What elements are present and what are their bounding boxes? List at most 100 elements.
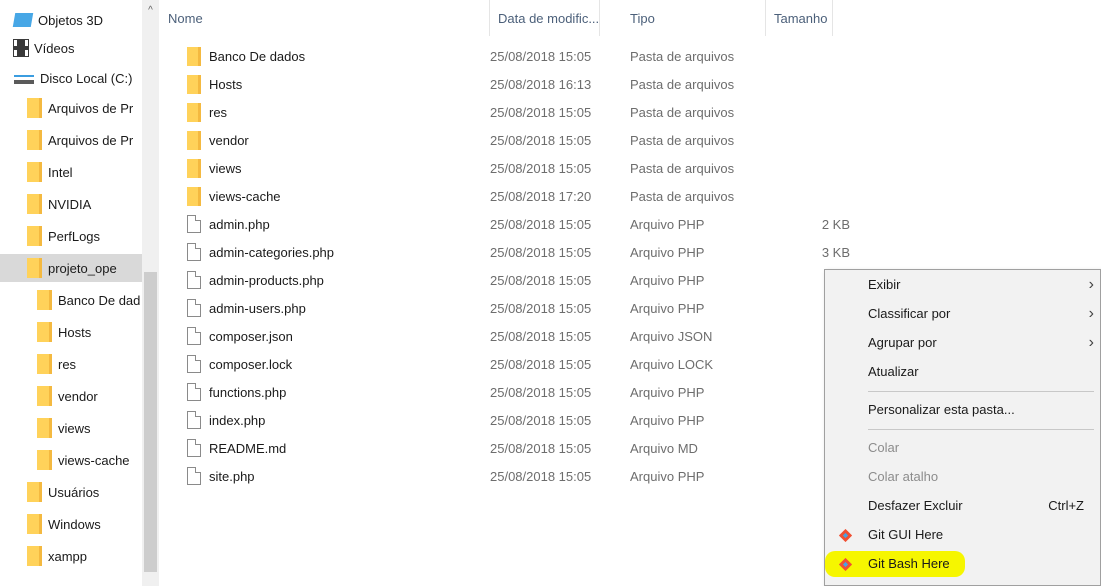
folder-icon <box>27 98 42 118</box>
file-name: res <box>209 105 228 120</box>
nav-item[interactable]: Vídeos <box>0 34 142 62</box>
folder-icon <box>27 194 42 214</box>
file-type: Pasta de arquivos <box>630 105 735 120</box>
menu-item-label: Exibir <box>868 277 901 292</box>
file-name: index.php <box>209 413 266 428</box>
file-date: 25/08/2018 15:05 <box>490 105 592 120</box>
file-date: 25/08/2018 15:05 <box>490 133 592 148</box>
nav-item[interactable]: Banco De dad <box>0 286 142 314</box>
nav-item[interactable]: Intel <box>0 158 142 186</box>
nav-item[interactable]: NVIDIA <box>0 190 142 218</box>
nav-item-label: vendor <box>58 388 98 404</box>
nav-item[interactable]: Arquivos de Pr <box>0 126 142 154</box>
file-type: Pasta de arquivos <box>630 161 735 176</box>
file-type: Arquivo PHP <box>630 301 705 316</box>
file-row[interactable]: res 25/08/2018 15:05 Pasta de arquivos <box>160 98 1101 126</box>
video-icon <box>13 39 29 57</box>
column-header-date[interactable]: Data de modific... <box>490 0 600 36</box>
file-row[interactable]: admin.php 25/08/2018 15:05 Arquivo PHP 2 KB <box>160 210 1101 238</box>
nav-item[interactable]: Windows <box>0 510 142 538</box>
nav-item-label: views-cache <box>58 452 130 468</box>
scroll-up-icon[interactable]: ^ <box>142 0 159 22</box>
file-row[interactable]: views 25/08/2018 15:05 Pasta de arquivos <box>160 154 1101 182</box>
nav-item-label: Usuários <box>48 484 100 500</box>
file-icon <box>187 355 201 376</box>
file-type: Pasta de arquivos <box>630 77 735 92</box>
menu-item[interactable]: Personalizar esta pasta... <box>825 396 1100 424</box>
nav-item[interactable]: Hosts <box>0 318 142 346</box>
menu-item-label: Colar atalho <box>868 469 939 484</box>
menu-item-label: Git Bash Here <box>868 556 950 571</box>
nav-item[interactable]: vendor <box>0 382 142 410</box>
file-date: 25/08/2018 15:05 <box>490 329 592 344</box>
folder-icon <box>187 159 201 181</box>
folder-icon <box>187 187 201 209</box>
folder-icon <box>37 386 52 406</box>
file-row[interactable]: Hosts 25/08/2018 16:13 Pasta de arquivos <box>160 70 1101 98</box>
nav-item[interactable]: Disco Local (C:) <box>0 64 142 92</box>
file-row[interactable]: Banco De dados 25/08/2018 15:05 Pasta de a… <box>160 42 1101 70</box>
file-row[interactable]: views-cache 25/08/2018 17:20 Pasta de arqu… <box>160 182 1101 210</box>
nav-item[interactable]: projeto_ope <box>0 254 142 282</box>
file-row[interactable]: vendor 25/08/2018 15:05 Pasta de arquivos <box>160 126 1101 154</box>
file-date: 25/08/2018 15:05 <box>490 469 592 484</box>
file-type: Arquivo PHP <box>630 413 705 428</box>
menu-item[interactable]: Agrupar por › <box>825 329 1100 357</box>
file-date: 25/08/2018 15:05 <box>490 161 592 176</box>
scrollbar-thumb[interactable] <box>144 272 157 572</box>
file-date: 25/08/2018 15:05 <box>490 357 592 372</box>
nav-item[interactable]: Usuários <box>0 478 142 506</box>
nav-item[interactable]: PerfLogs <box>0 222 142 250</box>
file-name: README.md <box>209 441 287 456</box>
nav-item-label: Banco De dad <box>58 292 141 308</box>
menu-separator <box>868 391 1094 392</box>
file-name: Hosts <box>209 77 243 92</box>
file-name: composer.json <box>209 329 293 344</box>
folder-icon <box>37 450 52 470</box>
objects-3d-icon <box>12 13 34 27</box>
file-row[interactable]: admin-categories.php 25/08/2018 15:05 Arqu… <box>160 238 1101 266</box>
menu-item-label: Classificar por <box>868 306 951 321</box>
menu-item[interactable]: Desfazer Excluir Ctrl+Z <box>825 492 1100 520</box>
menu-item-label: Desfazer Excluir <box>868 498 963 513</box>
file-type: Arquivo MD <box>630 441 698 456</box>
file-size: 2 KB <box>821 217 850 232</box>
menu-item[interactable]: Git Bash Here <box>825 550 1100 578</box>
menu-item[interactable]: Atualizar <box>825 358 1100 386</box>
file-name: admin.php <box>209 217 270 232</box>
folder-icon <box>27 546 42 566</box>
nav-item-label: Objetos 3D <box>38 12 104 28</box>
file-date: 25/08/2018 15:05 <box>490 273 592 288</box>
column-header-name[interactable]: Nome <box>160 0 490 36</box>
nav-item-label: PerfLogs <box>48 228 101 244</box>
file-type: Pasta de arquivos <box>630 133 735 148</box>
nav-item[interactable]: xampp <box>0 542 142 570</box>
folder-icon <box>27 226 42 246</box>
nav-item[interactable]: res <box>0 350 142 378</box>
column-header-type[interactable]: Tipo <box>600 0 766 36</box>
file-size: 3 KB <box>821 245 850 260</box>
file-date: 25/08/2018 15:05 <box>490 385 592 400</box>
menu-item[interactable]: Exibir › <box>825 271 1100 299</box>
file-icon <box>187 439 201 460</box>
file-name: admin-categories.php <box>209 245 335 260</box>
nav-item[interactable]: views <box>0 414 142 442</box>
file-name: vendor <box>209 133 249 148</box>
folder-icon <box>27 162 42 182</box>
context-menu: Exibir › Classificar por › Agrupar por › Atual… <box>824 269 1101 586</box>
nav-item-label: projeto_ope <box>48 260 117 276</box>
menu-item-label: Atualizar <box>868 364 919 379</box>
file-type: Pasta de arquivos <box>630 189 735 204</box>
menu-item[interactable]: Git GUI Here <box>825 521 1100 549</box>
nav-item[interactable]: views-cache <box>0 446 142 474</box>
nav-item[interactable]: Arquivos de Pr <box>0 94 142 122</box>
column-header-size[interactable]: Tamanho <box>766 0 833 36</box>
nav-item[interactable]: Objetos 3D <box>0 6 142 34</box>
column-header-bar: Nome Data de modific... Tipo Tamanho <box>160 0 1101 36</box>
file-name: composer.lock <box>209 357 293 372</box>
menu-item[interactable]: Classificar por › <box>825 300 1100 328</box>
file-date: 25/08/2018 16:13 <box>490 77 592 92</box>
navigation-pane: Objetos 3D Vídeos Disco Local (C:) Arquivos… <box>0 0 160 586</box>
nav-scrollbar[interactable]: ^ <box>142 0 159 586</box>
file-icon <box>187 327 201 348</box>
